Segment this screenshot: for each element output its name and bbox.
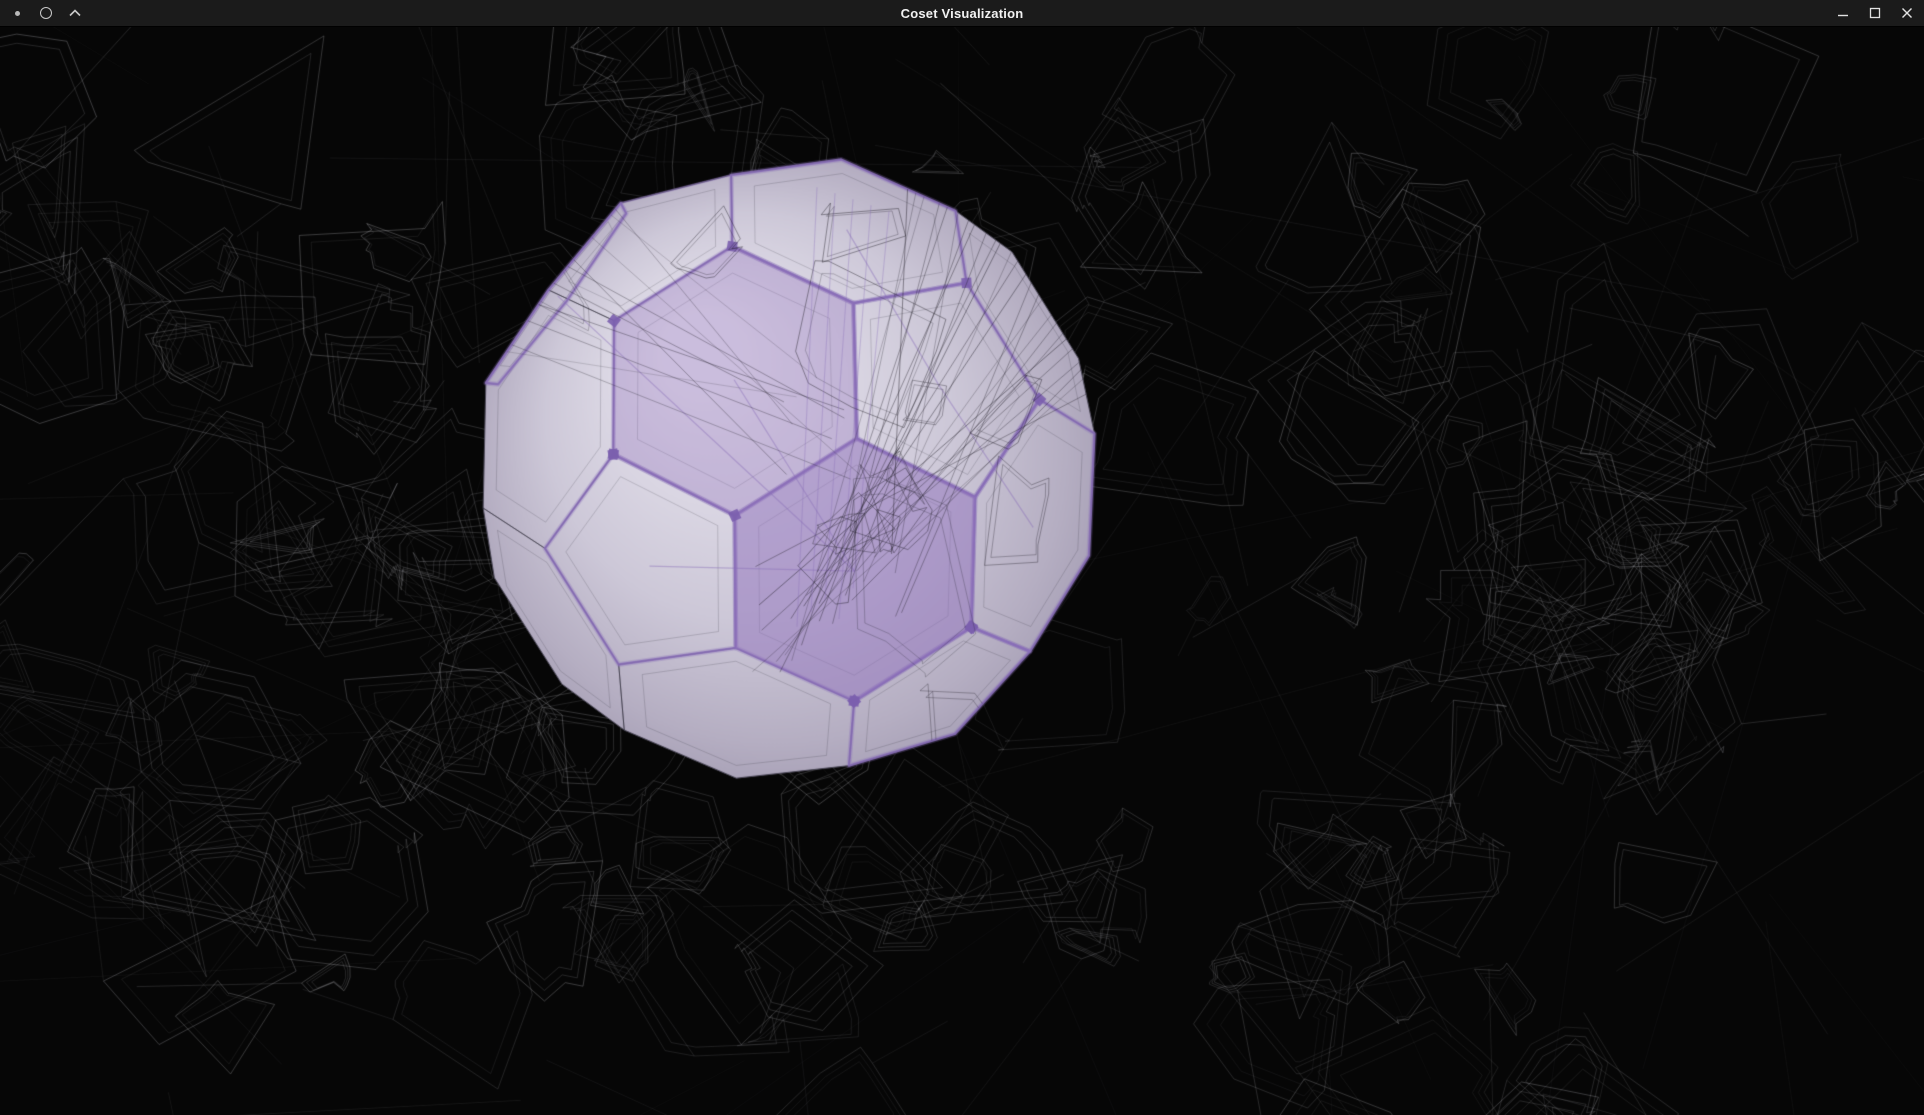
circle-glyph: [40, 7, 52, 19]
scene-canvas[interactable]: [0, 27, 1924, 1115]
window-title: Coset Visualization: [901, 6, 1024, 21]
maximize-button[interactable]: [1867, 5, 1883, 21]
close-button[interactable]: [1899, 5, 1915, 21]
chevron-up-icon[interactable]: [67, 5, 83, 21]
minimize-button[interactable]: [1835, 5, 1851, 21]
bullet-glyph: [15, 11, 20, 16]
titlebar-left-icons: [9, 0, 83, 26]
app-window: Coset Visualization: [0, 0, 1924, 1114]
viewport: [0, 27, 1924, 1115]
titlebar[interactable]: Coset Visualization: [0, 0, 1924, 27]
menu-bullet-icon[interactable]: [9, 5, 25, 21]
window-controls: [1835, 0, 1915, 26]
record-circle-icon[interactable]: [38, 5, 54, 21]
